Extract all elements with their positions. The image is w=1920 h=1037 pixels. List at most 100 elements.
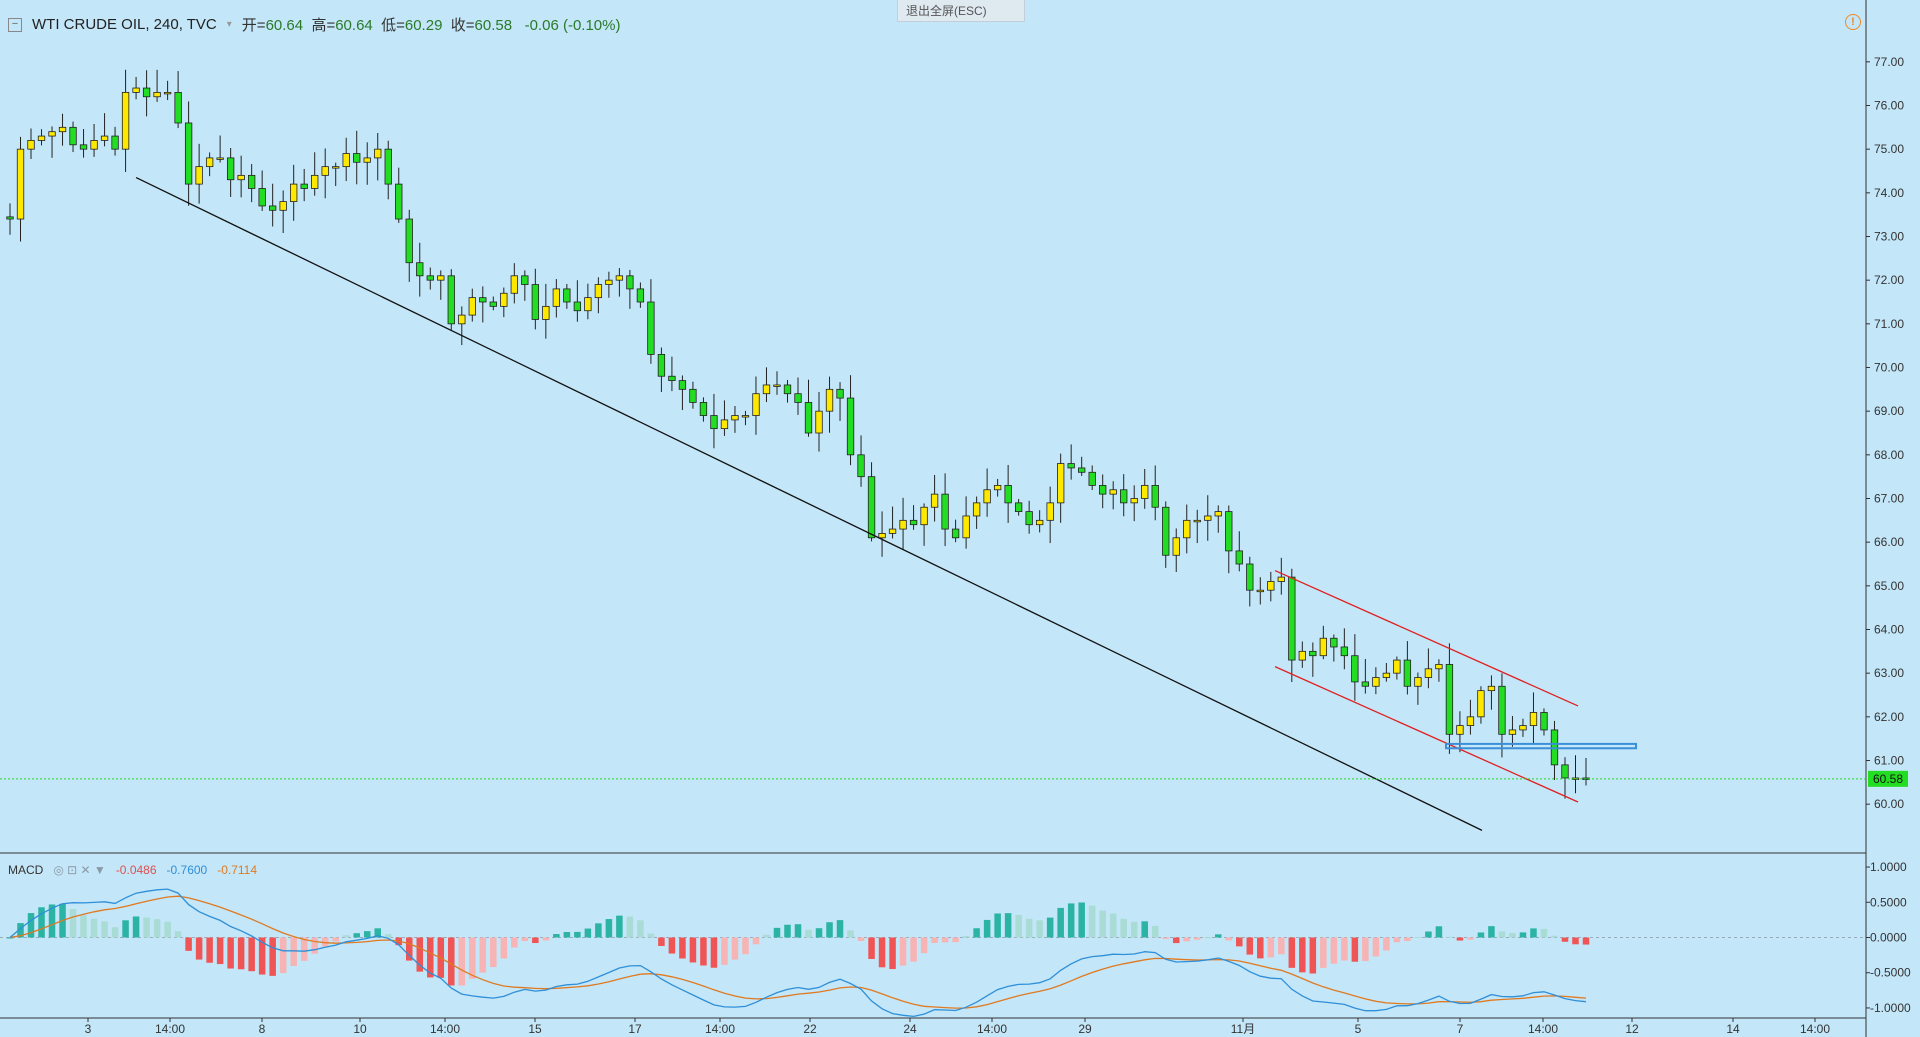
candle-body <box>16 148 25 220</box>
candle-body <box>1109 489 1117 495</box>
macd-histogram-bar <box>38 907 45 938</box>
collapse-icon[interactable]: − <box>8 17 22 32</box>
time-axis-tick: 14:00 <box>705 1022 735 1036</box>
candle-body <box>615 275 624 281</box>
exit-fullscreen-button[interactable]: 退出全屏(ESC) <box>897 0 1025 22</box>
macd-histogram-bar <box>279 937 287 974</box>
candle-body <box>878 533 886 539</box>
candle-body <box>594 284 603 299</box>
macd-histogram-bar <box>941 937 949 943</box>
macd-histogram-bar <box>773 927 781 938</box>
macd-histogram-bar <box>311 937 318 954</box>
candle-body <box>1235 550 1243 565</box>
macd-histogram-bar <box>1078 902 1085 938</box>
candle-body <box>247 174 256 189</box>
macd-histogram-bar <box>1498 931 1506 938</box>
macd-histogram-bar <box>962 935 970 938</box>
macd-histogram-bar <box>1446 936 1453 938</box>
candle-body <box>1319 637 1327 657</box>
candle-body <box>1246 563 1254 591</box>
price-axis-tick: 75.00 <box>1874 142 1904 156</box>
candle-body <box>1088 471 1096 486</box>
macd-histogram-bar <box>1362 937 1369 962</box>
candle-body <box>163 92 172 95</box>
macd-histogram-bar <box>899 937 907 966</box>
candle-body <box>205 157 214 168</box>
macd-histogram-bar <box>1351 937 1359 962</box>
macd-histogram-bar <box>721 937 728 965</box>
macd-histogram-bar <box>1330 937 1338 964</box>
time-axis-tick: 14:00 <box>430 1022 460 1036</box>
macd-histogram-bar <box>1488 926 1495 938</box>
time-axis-tick: 22 <box>803 1022 817 1036</box>
macd-histogram-bar <box>763 934 770 938</box>
macd-histogram-bar <box>1246 937 1254 955</box>
candle-body <box>237 174 245 181</box>
candle-body <box>741 415 750 418</box>
macd-histogram-bar <box>174 931 182 938</box>
macd-histogram-bar <box>868 937 875 959</box>
candle-body <box>752 393 760 416</box>
descending-trendline[interactable] <box>135 176 1483 831</box>
macd-histogram-bar <box>363 931 371 938</box>
candle-body <box>79 144 88 150</box>
candle-body <box>1193 519 1201 523</box>
price-axis-tick: 73.00 <box>1874 230 1904 244</box>
macd-histogram-bar <box>910 937 917 962</box>
candle-body <box>825 388 834 412</box>
price-axis-tick: 71.00 <box>1874 317 1904 331</box>
macd-histogram-bar <box>185 937 192 951</box>
candle-body <box>58 126 67 133</box>
macd-histogram-bar <box>216 937 224 965</box>
symbol-label[interactable]: WTI CRUDE OIL, 240, TVC <box>32 16 217 33</box>
time-axis-tick: 14:00 <box>155 1022 185 1036</box>
macd-histogram-bar <box>1088 905 1096 938</box>
price-axis-tick: 61.00 <box>1874 754 1904 768</box>
macd-histogram-bar <box>1225 937 1233 941</box>
candle-body <box>710 415 718 430</box>
macd-line <box>9 888 1587 1018</box>
candle-body <box>1204 515 1212 521</box>
price-axis-tick: 76.00 <box>1874 99 1904 113</box>
macd-histogram-bar <box>532 937 539 944</box>
warning-icon[interactable]: ! <box>1845 14 1861 30</box>
macd-histogram-bar <box>878 937 886 968</box>
macd-histogram-bar <box>448 937 455 986</box>
price-axis-tick: 74.00 <box>1874 186 1904 200</box>
candle-body <box>90 140 98 150</box>
candle-body <box>1435 664 1443 670</box>
candle-body <box>1014 502 1023 513</box>
price-axis-tick: 72.00 <box>1874 273 1904 287</box>
macd-histogram-bar <box>1004 913 1012 938</box>
macd-controls[interactable]: ◎ ⊡ ✕ ▼ <box>53 863 105 877</box>
time-axis-tick: 24 <box>903 1022 917 1036</box>
candle-body <box>1445 664 1454 735</box>
candle-body <box>836 388 844 399</box>
candle-body <box>1361 681 1370 687</box>
candle-body <box>993 484 1002 491</box>
candle-body <box>1340 646 1349 657</box>
candle-body <box>69 126 77 146</box>
price-axis-tick: 70.00 <box>1874 361 1904 375</box>
macd-histogram-bar <box>353 933 360 938</box>
chart-canvas[interactable]: 77.0076.0075.0074.0073.0072.0071.0070.00… <box>0 0 1920 1037</box>
candle-body <box>815 410 823 434</box>
macd-histogram-bar <box>1435 926 1443 938</box>
price-axis-tick: 62.00 <box>1874 710 1904 724</box>
macd-histogram-bar <box>973 928 980 938</box>
macd-histogram-bar <box>542 937 550 941</box>
candle-body <box>342 153 350 168</box>
candle-body <box>416 262 424 277</box>
candle-body <box>584 297 592 312</box>
candle-body <box>258 188 266 207</box>
macd-histogram-bar <box>626 916 634 938</box>
macd-histogram-bar <box>784 924 791 938</box>
candle-body <box>1298 650 1306 661</box>
macd-histogram-bar <box>1015 914 1022 938</box>
candle-body <box>573 301 582 312</box>
chevron-down-icon[interactable]: ▾ <box>227 19 232 30</box>
support-level-box[interactable] <box>1445 742 1637 750</box>
channel-lower-line[interactable] <box>1274 666 1579 803</box>
candle-body <box>100 135 109 141</box>
time-axis-tick: 10 <box>353 1022 367 1036</box>
